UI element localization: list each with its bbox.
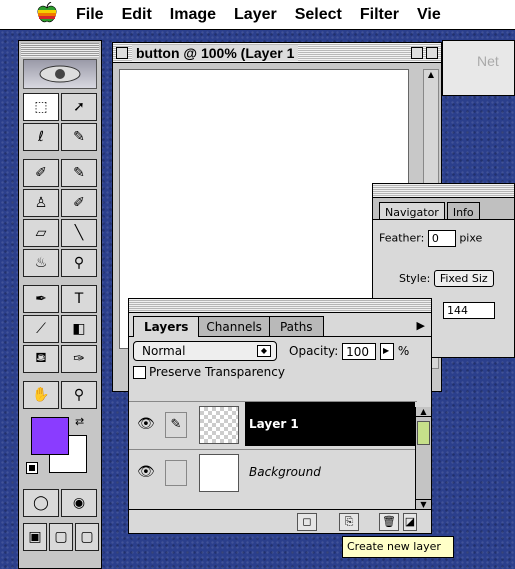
- tab-layers[interactable]: Layers: [133, 316, 200, 337]
- background-document-window[interactable]: Net: [442, 40, 515, 96]
- menu-select[interactable]: Select: [295, 6, 342, 24]
- menu-image[interactable]: Image: [170, 6, 216, 24]
- screen-mode-standard-icon[interactable]: ▣: [23, 523, 47, 551]
- standard-mode-icon[interactable]: ◯: [23, 489, 59, 517]
- type-tool-icon[interactable]: T: [61, 285, 97, 313]
- line-tool-icon[interactable]: ╲: [61, 219, 97, 247]
- apple-icon: [37, 1, 57, 28]
- navigator-tabs: Navigator Info: [373, 198, 514, 220]
- measure-tool-icon[interactable]: ⟋: [23, 315, 59, 343]
- layer-row-background[interactable]: 👁 Background: [129, 449, 417, 495]
- create-new-layer-button-icon[interactable]: ⎘: [339, 513, 359, 531]
- layers-scroll-up-arrow-icon[interactable]: ▲: [416, 407, 431, 417]
- navigator-title-bar[interactable]: [373, 184, 514, 198]
- lasso-tool-icon[interactable]: ℓ: [23, 123, 59, 151]
- style-select[interactable]: Fixed Siz: [433, 270, 494, 287]
- layer-1-thumbnail: [199, 406, 239, 444]
- palette-menu-arrow-icon[interactable]: ▶: [417, 319, 425, 332]
- move-tool-icon[interactable]: ➚: [61, 93, 97, 121]
- collapse-box-icon[interactable]: [426, 46, 438, 59]
- menu-view[interactable]: Vie: [417, 6, 441, 24]
- tab-navigator[interactable]: Navigator: [379, 202, 445, 219]
- swap-colors-icon[interactable]: ⇄: [75, 415, 84, 428]
- menu-file[interactable]: File: [76, 6, 104, 24]
- layers-scrollbar[interactable]: ▲ ▼: [415, 407, 431, 509]
- menu-edit[interactable]: Edit: [122, 6, 152, 24]
- screen-mode-full-menu-icon[interactable]: ▢: [49, 523, 73, 551]
- trash-icon[interactable]: 🗑: [379, 513, 399, 531]
- layers-scroll-down-arrow-icon[interactable]: ▼: [416, 499, 431, 509]
- gradient-tool-icon[interactable]: ◧: [61, 315, 97, 343]
- paint-bucket-tool-icon[interactable]: ⛾: [23, 345, 59, 373]
- blend-mode-value: Normal: [142, 344, 186, 358]
- scroll-up-arrow-icon[interactable]: ▲: [424, 70, 438, 79]
- resize-box-icon[interactable]: ◪: [403, 513, 417, 531]
- background-thumbnail: [199, 454, 239, 492]
- add-mask-button-icon[interactable]: ◻: [297, 513, 317, 531]
- zoom-box-icon[interactable]: [411, 46, 423, 59]
- blend-mode-select[interactable]: Normal ◆: [133, 341, 277, 361]
- opacity-label: Opacity:: [289, 344, 339, 358]
- color-swatches: ⇄: [23, 413, 97, 485]
- blend-mode-stepper-icon: ◆: [257, 345, 271, 357]
- document-title-bar[interactable]: button @ 100% (Layer 1: [113, 43, 441, 63]
- opacity-input[interactable]: 100: [342, 343, 377, 360]
- preserve-transparency-checkbox[interactable]: [133, 365, 146, 379]
- default-colors-icon[interactable]: [26, 462, 38, 474]
- layers-tabs: Layers Channels Paths ▶: [129, 313, 431, 337]
- menu-bar: File Edit Image Layer Select Filter Vie: [0, 0, 515, 30]
- document-title: button @ 100% (Layer 1: [132, 44, 299, 61]
- marquee-tool-icon[interactable]: ⬚: [23, 93, 59, 121]
- preserve-transparency-label: Preserve Transparency: [149, 365, 285, 379]
- background-layer-name: Background: [249, 465, 321, 479]
- feather-label: Feather:: [379, 231, 425, 245]
- dodge-tool-icon[interactable]: ⚲: [61, 249, 97, 277]
- opacity-slider-arrow-icon[interactable]: ▶: [379, 343, 394, 360]
- opacity-unit: %: [397, 344, 410, 358]
- background-visibility-eye-icon[interactable]: 👁: [137, 464, 155, 480]
- layers-palette: Layers Channels Paths ▶ Normal ◆ Opacity…: [128, 298, 432, 534]
- paintbrush-tool-icon[interactable]: ✎: [61, 159, 97, 187]
- hand-tool-icon[interactable]: ✋: [23, 381, 59, 409]
- feather-unit: pixe: [459, 231, 483, 245]
- layer-paintbrush-icon[interactable]: ✎: [165, 412, 187, 438]
- layers-scroll-thumb[interactable]: [417, 421, 430, 445]
- rubber-stamp-tool-icon[interactable]: ♙: [23, 189, 59, 217]
- tab-info[interactable]: Info: [446, 202, 480, 219]
- menu-layer[interactable]: Layer: [234, 6, 277, 24]
- eye-logo-icon: [23, 59, 97, 89]
- quick-mask-mode-icon[interactable]: ◉: [61, 489, 97, 517]
- pen-tool-icon[interactable]: ✒: [23, 285, 59, 313]
- tab-paths[interactable]: Paths: [268, 316, 324, 336]
- eyedropper-tool-icon[interactable]: ✑: [61, 345, 97, 373]
- toolbox-drag-bar[interactable]: [21, 43, 99, 57]
- layers-title-bar[interactable]: [129, 299, 431, 313]
- screen-mode-full-icon[interactable]: ▢: [75, 523, 99, 551]
- eraser-tool-icon[interactable]: ▱: [23, 219, 59, 247]
- style-label: Style:: [399, 272, 431, 285]
- layers-bottom-bar: ◻ ⎘ 🗑 ◪: [129, 509, 431, 533]
- width-input[interactable]: 144: [443, 302, 495, 319]
- blur-tool-icon[interactable]: ♨: [23, 249, 59, 277]
- magic-wand-tool-icon[interactable]: ✎: [61, 123, 97, 151]
- close-box-icon[interactable]: [116, 46, 128, 59]
- foreground-color-swatch[interactable]: [31, 417, 69, 455]
- apple-menu[interactable]: [32, 0, 62, 29]
- background-window-title: Net: [477, 53, 499, 69]
- zoom-tool-icon[interactable]: ⚲: [61, 381, 97, 409]
- menu-filter[interactable]: Filter: [360, 6, 399, 24]
- background-link-box[interactable]: [165, 460, 187, 486]
- layer-visibility-eye-icon[interactable]: 👁: [137, 416, 155, 432]
- airbrush-tool-icon[interactable]: ✐: [23, 159, 59, 187]
- tab-channels[interactable]: Channels: [195, 316, 273, 336]
- layer-row-layer-1[interactable]: 👁 ✎ Layer 1: [129, 401, 417, 447]
- feather-input[interactable]: 0: [427, 230, 456, 247]
- tooltip-create-new-layer: Create new layer: [342, 536, 454, 558]
- history-brush-tool-icon[interactable]: ✐: [61, 189, 97, 217]
- toolbox: ⬚ ➚ ℓ ✎ ✐ ✎ ♙ ✐ ▱ ╲ ♨ ⚲ ✒ T ⟋ ◧ ⛾ ✑ ✋ ⚲ …: [18, 40, 102, 569]
- layer-1-name: Layer 1: [245, 402, 415, 446]
